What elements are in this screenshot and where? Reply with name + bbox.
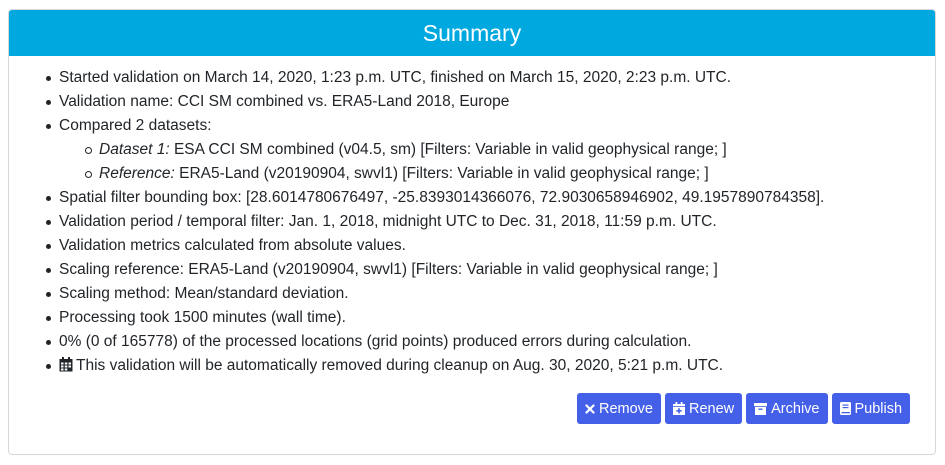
publish-label: Publish bbox=[854, 400, 903, 417]
list-item-bbox: Spatial filter bounding box: [28.6014780… bbox=[45, 186, 824, 210]
book-icon bbox=[839, 402, 851, 415]
list-item-compared: Compared 2 datasets: Dataset 1: ESA CCI … bbox=[45, 114, 824, 186]
dataset1-text: ESA CCI SM combined (v04.5, sm) [Filters… bbox=[169, 141, 727, 158]
calendar-icon bbox=[59, 356, 73, 380]
page-title: Summary bbox=[422, 19, 522, 46]
archive-button[interactable]: Archive bbox=[746, 393, 828, 424]
list-item-started: Started validation on March 14, 2020, 1:… bbox=[45, 66, 824, 90]
calendar-plus-icon bbox=[673, 402, 685, 415]
cleanup-text: This validation will be automatically re… bbox=[76, 357, 724, 374]
reference-text: ERA5-Land (v20190904, swvl1) [Filters: V… bbox=[174, 165, 709, 182]
list-item-scaling-ref: Scaling reference: ERA5-Land (v20190904,… bbox=[45, 258, 824, 282]
list-item-errors: 0% (0 of 165778) of the processed locati… bbox=[45, 330, 824, 354]
list-item-scaling-method: Scaling method: Mean/standard deviation. bbox=[45, 282, 824, 306]
list-item-name: Validation name: CCI SM combined vs. ERA… bbox=[45, 90, 824, 114]
card-header: Summary bbox=[9, 10, 935, 56]
list-item-cleanup: This validation will be automatically re… bbox=[45, 354, 824, 380]
remove-label: Remove bbox=[599, 400, 653, 417]
list-item-dataset1: Dataset 1: ESA CCI SM combined (v04.5, s… bbox=[84, 138, 824, 162]
archive-icon bbox=[754, 402, 768, 415]
times-icon bbox=[585, 403, 595, 414]
action-buttons: Remove Renew Archive Publish bbox=[577, 393, 911, 424]
list-item-reference: Reference: ERA5-Land (v20190904, swvl1) … bbox=[84, 162, 824, 186]
publish-button[interactable]: Publish bbox=[831, 393, 911, 424]
renew-button[interactable]: Renew bbox=[665, 393, 743, 424]
dataset1-label: Dataset 1: bbox=[99, 141, 170, 158]
archive-label: Archive bbox=[771, 400, 820, 417]
list-item-metrics: Validation metrics calculated from absol… bbox=[45, 234, 824, 258]
reference-label: Reference: bbox=[99, 165, 175, 182]
list-item-period: Validation period / temporal filter: Jan… bbox=[45, 210, 824, 234]
list-item-processing: Processing took 1500 minutes (wall time)… bbox=[45, 306, 824, 330]
compared-label: Compared 2 datasets: bbox=[59, 117, 212, 134]
summary-list: Started validation on March 14, 2020, 1:… bbox=[45, 66, 824, 380]
remove-button[interactable]: Remove bbox=[577, 393, 661, 424]
datasets-list: Dataset 1: ESA CCI SM combined (v04.5, s… bbox=[59, 138, 824, 186]
renew-label: Renew bbox=[689, 400, 735, 417]
